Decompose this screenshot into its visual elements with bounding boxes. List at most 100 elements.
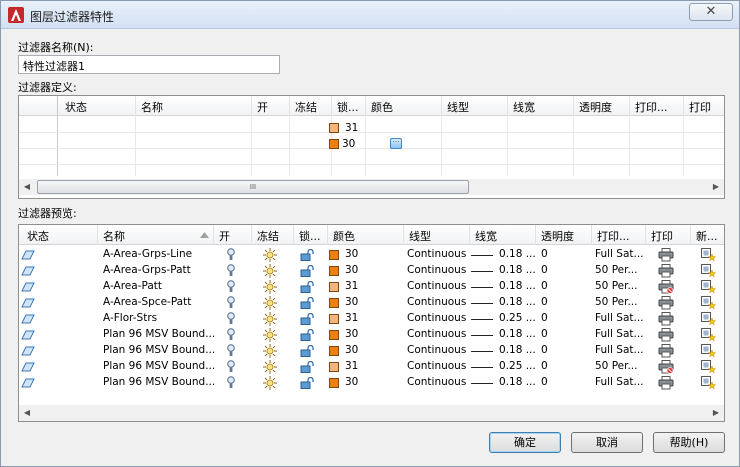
layer-plot-style[interactable]: Full Sat... — [595, 376, 644, 388]
layer-linetype[interactable]: Continuous — [407, 360, 466, 372]
column-separator[interactable] — [251, 96, 252, 116]
column-separator[interactable] — [327, 225, 328, 245]
layer-lineweight[interactable]: 0.18 ... — [499, 328, 536, 340]
definition-color-value[interactable]: 31 — [345, 122, 358, 134]
layer-on-bulb-icon[interactable] — [227, 264, 235, 280]
help-button[interactable]: 帮助(H) — [653, 432, 725, 453]
color-picker-button[interactable]: ··· — [390, 138, 402, 149]
new-viewport-freeze-icon[interactable] — [701, 376, 717, 393]
column-separator[interactable] — [213, 225, 214, 245]
layer-linetype[interactable]: Continuous — [407, 328, 466, 340]
layer-unlock-icon[interactable] — [300, 248, 315, 264]
column-separator[interactable] — [97, 225, 98, 245]
column-separator[interactable] — [535, 225, 536, 245]
layer-linetype[interactable]: Continuous — [407, 312, 466, 324]
layer-transparency[interactable]: 0 — [541, 344, 548, 356]
layer-color-value[interactable]: 30 — [345, 328, 358, 340]
layer-lineweight[interactable]: 0.25 ... — [499, 312, 536, 324]
column-header-plotstyle[interactable]: 打印... — [597, 228, 630, 244]
layer-color-value[interactable]: 30 — [345, 376, 358, 388]
layer-plot-style[interactable]: Full Sat... — [595, 344, 644, 356]
color-swatch[interactable] — [329, 282, 339, 292]
column-header-color[interactable]: 颜色 — [371, 99, 393, 115]
column-header-lock[interactable]: 锁... — [299, 228, 321, 244]
layer-transparency[interactable]: 0 — [541, 248, 548, 260]
color-swatch[interactable] — [329, 346, 339, 356]
layer-name[interactable]: A-Area-Spce-Patt — [103, 296, 191, 308]
column-header-freeze[interactable]: 冻结 — [257, 228, 279, 244]
layer-transparency[interactable]: 0 — [541, 328, 548, 340]
layer-linetype[interactable]: Continuous — [407, 376, 466, 388]
column-header-status[interactable]: 状态 — [27, 228, 49, 244]
layer-color-value[interactable]: 30 — [345, 248, 358, 260]
color-swatch[interactable] — [329, 330, 339, 340]
layer-name[interactable]: Plan 96 MSV Bound... — [103, 376, 215, 388]
preview-horizontal-scrollbar[interactable]: ◀ ▶ — [19, 405, 724, 421]
color-swatch[interactable] — [329, 250, 339, 260]
layer-row[interactable]: A-Area-Grps-Line 30 Continuous 0.18 ... 0 Ful… — [19, 247, 724, 264]
layer-linetype[interactable]: Continuous — [407, 264, 466, 276]
layer-unlock-icon[interactable] — [300, 312, 315, 328]
layer-transparency[interactable]: 0 — [541, 296, 548, 308]
layer-lineweight[interactable]: 0.25 ... — [499, 360, 536, 372]
layer-plot-style[interactable]: Full Sat... — [595, 328, 644, 340]
layer-transparency[interactable]: 0 — [541, 312, 548, 324]
layer-lineweight[interactable]: 0.18 ... — [499, 344, 536, 356]
column-separator[interactable] — [683, 96, 684, 116]
layer-unlock-icon[interactable] — [300, 344, 315, 360]
definition-scroll-thumb[interactable]: III — [37, 180, 469, 194]
layer-thaw-sun-icon[interactable] — [263, 376, 277, 393]
column-header-name[interactable]: 名称 — [141, 99, 163, 115]
layer-linetype[interactable]: Continuous — [407, 296, 466, 308]
layer-row[interactable]: Plan 96 MSV Bound... 30 Continuous 0.18 ...… — [19, 343, 724, 360]
column-separator[interactable] — [507, 96, 508, 116]
layer-color-value[interactable]: 31 — [345, 312, 358, 324]
layer-on-bulb-icon[interactable] — [227, 248, 235, 264]
column-separator[interactable] — [365, 96, 366, 116]
layer-linetype[interactable]: Continuous — [407, 280, 466, 292]
column-separator[interactable] — [629, 96, 630, 116]
layer-lineweight[interactable]: 0.18 ... — [499, 376, 536, 388]
layer-row[interactable]: A-Area-Grps-Patt 30 Continuous 0.18 ... 0 50 … — [19, 263, 724, 280]
column-header-freeze[interactable]: 冻结 — [295, 99, 317, 115]
column-separator[interactable] — [441, 96, 442, 116]
layer-row[interactable]: A-Area-Patt 31 Continuous 0.18 ... 0 50 Per..… — [19, 279, 724, 295]
layer-on-bulb-icon[interactable] — [227, 312, 235, 328]
color-swatch[interactable] — [329, 362, 339, 372]
column-header-lineweight[interactable]: 线宽 — [475, 228, 497, 244]
column-header-on[interactable]: 开 — [257, 99, 268, 115]
layer-on-bulb-icon[interactable] — [227, 296, 235, 312]
layer-name[interactable]: Plan 96 MSV Bound... — [103, 360, 215, 372]
layer-unlock-icon[interactable] — [300, 296, 315, 312]
column-separator[interactable] — [403, 225, 404, 245]
layer-color-value[interactable]: 31 — [345, 280, 358, 292]
layer-unlock-icon[interactable] — [300, 360, 315, 376]
layer-color-value[interactable]: 30 — [345, 264, 358, 276]
layer-color-value[interactable]: 30 — [345, 296, 358, 308]
column-header-lock[interactable]: 锁... — [337, 99, 359, 115]
filter-preview-list[interactable]: 状态 名称 开 冻结 锁... 颜色 线型 线宽 透明度 打印... 打印 新... A-Area-G… — [18, 224, 725, 422]
color-swatch[interactable] — [329, 123, 339, 133]
layer-color-value[interactable]: 30 — [345, 344, 358, 356]
layer-name[interactable]: A-Area-Grps-Line — [103, 248, 192, 260]
filter-name-input[interactable]: 特性过滤器1 — [18, 55, 280, 74]
column-header-plot[interactable]: 打印 — [651, 228, 673, 244]
layer-lineweight[interactable]: 0.18 ... — [499, 264, 536, 276]
ok-button[interactable]: 确定 — [489, 432, 561, 453]
layer-on-bulb-icon[interactable] — [227, 376, 235, 392]
scroll-right-icon[interactable]: ▶ — [708, 179, 724, 195]
layer-transparency[interactable]: 0 — [541, 264, 548, 276]
layer-row[interactable]: Plan 96 MSV Bound... 30 Continuous 0.18 ...… — [19, 327, 724, 344]
column-header-plotstyle[interactable]: 打印... — [635, 99, 668, 115]
column-separator[interactable] — [293, 225, 294, 245]
printer-icon[interactable] — [658, 376, 674, 393]
layer-name[interactable]: A-Area-Grps-Patt — [103, 264, 191, 276]
column-separator[interactable] — [690, 225, 691, 245]
layer-row[interactable]: Plan 96 MSV Bound... 30 Continuous 0.18 ...… — [19, 375, 724, 393]
layer-row[interactable]: Plan 96 MSV Bound... 31 Continuous 0.25 ...… — [19, 359, 724, 376]
column-separator[interactable] — [331, 96, 332, 116]
layer-on-bulb-icon[interactable] — [227, 328, 235, 344]
color-swatch[interactable] — [329, 314, 339, 324]
scroll-right-icon[interactable]: ▶ — [708, 405, 724, 421]
color-swatch[interactable] — [329, 298, 339, 308]
